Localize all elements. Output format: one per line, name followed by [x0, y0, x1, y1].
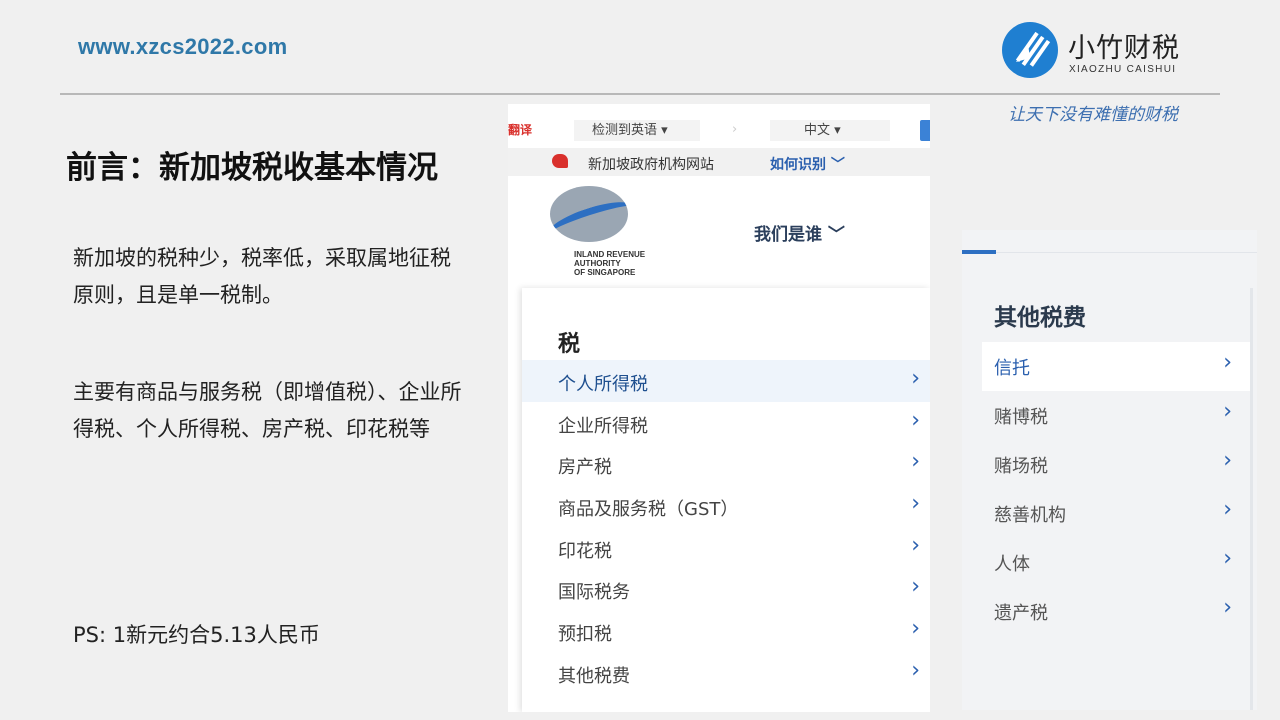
other-taxes-item-individuals[interactable]: 人体 ›: [982, 538, 1250, 587]
tax-menu-item-label: 商品及服务税（GST）: [558, 499, 739, 521]
source-language-select[interactable]: 检测到英语 ▾: [574, 120, 700, 141]
tax-menu-item-label: 印花税: [558, 540, 612, 562]
tax-menu-item-corporate-income[interactable]: 企业所得税 ›: [522, 402, 930, 444]
page-title: 前言：新加坡税收基本情况: [66, 150, 438, 186]
site-url[interactable]: www.xzcs2022.com: [78, 34, 287, 60]
brand-name: 小竹财税: [1068, 33, 1180, 64]
other-taxes-item-label: 遗产税: [994, 603, 1048, 624]
tax-menu-item-individual-income[interactable]: 个人所得税 ›: [522, 360, 930, 402]
translate-button-icon[interactable]: [920, 120, 930, 141]
gov-identify-link[interactable]: 如何识别 ﹀: [770, 154, 845, 174]
brand-block: 小竹财税 XIAOZHU CAISHUI: [1002, 22, 1202, 82]
chevron-right-icon: ›: [1223, 448, 1232, 473]
chevron-right-icon: ›: [1223, 399, 1232, 424]
iras-header: INLAND REVENUE AUTHORITY OF SINGAPORE 我们…: [508, 176, 930, 284]
tax-menu-item-gst[interactable]: 商品及服务税（GST） ›: [522, 485, 930, 527]
translate-bar: 翻译 检测到英语 ▾ › 中文 ▾: [508, 116, 930, 144]
tax-menu-item-other[interactable]: 其他税费 ›: [522, 652, 930, 694]
brand-logo-icon: [1002, 22, 1058, 78]
other-taxes-item-label: 赌场税: [994, 456, 1048, 477]
iras-logo-text: INLAND REVENUE AUTHORITY OF SINGAPORE: [574, 250, 646, 277]
chevron-right-icon: ›: [911, 407, 920, 433]
tax-menu-item-international[interactable]: 国际税务 ›: [522, 568, 930, 610]
other-taxes-list: 信托 › 赌博税 › 赌场税 › 慈善机构 › 人体 › 遗产税 ›: [982, 342, 1250, 636]
other-taxes-item-label: 信托: [994, 358, 1030, 379]
tax-menu-heading: 税: [558, 332, 581, 357]
tax-menu-item-stamp-duty[interactable]: 印花税 ›: [522, 527, 930, 569]
who-we-are-menu[interactable]: 我们是谁 ﹀: [754, 220, 845, 245]
tax-types-paragraph: 主要有商品与服务税（即增值税）、企业所得税、个人所得税、房产税、印花税等: [73, 380, 462, 441]
other-taxes-item-label: 慈善机构: [994, 505, 1066, 526]
chevron-right-icon: ›: [1223, 497, 1232, 522]
other-taxes-item-label: 人体: [994, 554, 1030, 575]
iras-logo-icon[interactable]: [550, 186, 628, 242]
gov-masthead: 新加坡政府机构网站 如何识别 ﹀: [508, 148, 930, 176]
panel-divider: [996, 252, 1257, 253]
other-taxes-heading: 其他税费: [994, 305, 1086, 331]
tax-menu-item-label: 其他税费: [558, 665, 630, 687]
chevron-right-icon: ›: [1223, 546, 1232, 571]
tax-menu-item-label: 预扣税: [558, 624, 612, 646]
chevron-right-icon: ›: [911, 449, 920, 475]
chevron-right-icon: ›: [1223, 595, 1232, 620]
gov-lion-icon: [552, 154, 568, 168]
other-taxes-item-label: 赌博税: [994, 407, 1048, 428]
chevron-right-icon: ›: [911, 657, 920, 683]
chevron-right-icon: ›: [911, 616, 920, 642]
tax-menu-item-label: 企业所得税: [558, 415, 648, 437]
chevron-right-icon: ›: [911, 574, 920, 600]
chevron-right-icon: ›: [1223, 350, 1232, 375]
slogan: 让天下没有难懂的财税: [1008, 105, 1178, 125]
translate-label[interactable]: 翻译: [508, 121, 532, 138]
intro-paragraph: 新加坡的税种少，税率低，采取属地征税原则，且是单一税制。: [73, 246, 451, 307]
iras-menu-screenshot: 翻译 检测到英语 ▾ › 中文 ▾ 新加坡政府机构网站 如何识别 ﹀ INLAN…: [508, 104, 930, 712]
panel-accent-bar: [962, 250, 996, 254]
other-taxes-screenshot: 其他税费 信托 › 赌博税 › 赌场税 › 慈善机构 › 人体 › 遗产税 ›: [962, 230, 1257, 710]
other-taxes-item-casino[interactable]: 赌场税 ›: [982, 440, 1250, 489]
tax-menu-item-label: 个人所得税: [558, 374, 648, 395]
exchange-rate-note: PS: 1新元约合5.13人民币: [73, 623, 320, 647]
tax-dropdown-menu: 税 个人所得税 › 企业所得税 › 房产税 › 商品及服务税（GST） › 印花…: [522, 288, 930, 712]
other-taxes-item-betting[interactable]: 赌博税 ›: [982, 391, 1250, 440]
gov-site-text: 新加坡政府机构网站: [588, 157, 714, 173]
other-taxes-item-trust[interactable]: 信托 ›: [982, 342, 1250, 391]
chevron-right-icon: ›: [911, 491, 920, 517]
header-divider: [60, 93, 1220, 95]
other-taxes-item-charities[interactable]: 慈善机构 ›: [982, 489, 1250, 538]
tax-menu-item-withholding[interactable]: 预扣税 ›: [522, 610, 930, 652]
tax-menu-item-label: 国际税务: [558, 582, 630, 604]
other-taxes-item-estate-duty[interactable]: 遗产税 ›: [982, 587, 1250, 636]
brand-subtitle: XIAOZHU CAISHUI: [1069, 64, 1177, 75]
tax-menu-item-label: 房产税: [558, 457, 612, 479]
chevron-right-icon: ›: [911, 366, 920, 391]
panel-scrollbar[interactable]: [1250, 288, 1253, 710]
tax-menu-item-property[interactable]: 房产税 ›: [522, 443, 930, 485]
chevron-right-icon: ›: [911, 532, 920, 558]
target-language-select[interactable]: 中文 ▾: [770, 120, 890, 141]
tax-menu-list: 个人所得税 › 企业所得税 › 房产税 › 商品及服务税（GST） › 印花税 …: [522, 360, 930, 694]
translate-direction-icon: ›: [732, 122, 738, 137]
